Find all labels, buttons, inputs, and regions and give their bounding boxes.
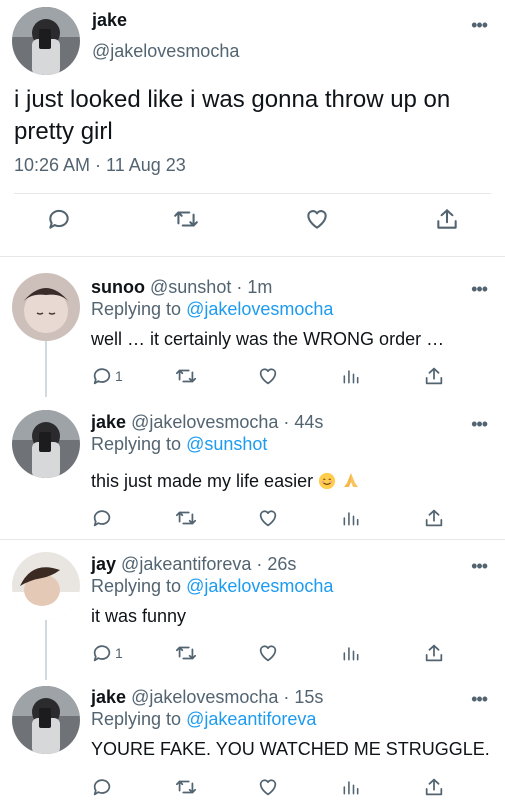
reply-text: YOURE FAKE. YOU WATCHED ME STRUGGLE. [91, 739, 490, 759]
like-icon[interactable] [257, 776, 279, 798]
handle-time[interactable]: @jakelovesmocha · 15s [131, 687, 323, 707]
replying-to: Replying to @jakelovesmocha [91, 299, 333, 320]
more-icon[interactable]: ••• [471, 16, 488, 34]
like-icon[interactable] [257, 365, 279, 387]
reply-actions [0, 776, 505, 802]
analytics-icon[interactable] [341, 365, 361, 387]
retweet-icon[interactable] [172, 206, 200, 232]
reply-tweet: sunoo @sunshot · 1m ••• Replying to @jak… [0, 257, 505, 397]
display-name[interactable]: sunoo [91, 277, 145, 297]
reply-tweet: jake @jakelovesmocha · 15s ••• Replying … [0, 680, 505, 810]
analytics-icon[interactable] [341, 642, 361, 664]
reply-actions: 1 [0, 365, 505, 391]
replying-to-link[interactable]: @jakelovesmocha [186, 576, 333, 596]
retweet-icon[interactable] [174, 642, 198, 664]
share-icon[interactable] [423, 507, 445, 529]
display-name[interactable]: jake [91, 412, 126, 432]
reply-count: 1 [115, 368, 123, 384]
reply-text-row: this just made my life easier [91, 470, 361, 495]
retweet-icon[interactable] [174, 507, 198, 529]
analytics-icon[interactable] [341, 776, 361, 798]
handle-time[interactable]: @jakelovesmocha · 44s [131, 412, 323, 432]
display-name[interactable]: jake [92, 10, 127, 31]
replying-to: Replying to @sunshot [91, 434, 267, 455]
replying-to: Replying to @jakelovesmocha [91, 576, 333, 597]
avatar[interactable] [12, 686, 80, 754]
reply-header: sunoo @sunshot · 1m [91, 277, 272, 298]
tweet-text: i just looked like i was gonna throw up … [14, 86, 451, 145]
reply-count: 1 [115, 645, 123, 661]
main-tweet: jake @jakelovesmocha ••• i just looked l… [0, 0, 505, 257]
avatar[interactable] [12, 273, 80, 341]
share-icon[interactable] [423, 642, 445, 664]
replying-label: Replying to [91, 576, 187, 596]
like-icon[interactable] [257, 642, 279, 664]
tweet-timestamp[interactable]: 10:26 AM · 11 Aug 23 [14, 155, 186, 176]
display-name[interactable]: jay [91, 554, 116, 574]
reply-tweet: jake @jakelovesmocha · 44s ••• Replying … [0, 397, 505, 540]
replying-label: Replying to [91, 434, 187, 454]
reply-header: jake @jakelovesmocha · 44s [91, 412, 323, 433]
replying-to-link[interactable]: @jakelovesmocha [186, 299, 333, 319]
reply-text: it was funny [91, 606, 187, 626]
tweet-actions [0, 206, 505, 242]
handle-time[interactable]: @sunshot · 1m [150, 277, 272, 297]
replying-to-link[interactable]: @jakeantiforeva [186, 709, 316, 729]
avatar[interactable] [12, 552, 80, 620]
replying-to: Replying to @jakeantiforeva [91, 709, 316, 730]
folded-hands-icon [341, 470, 361, 495]
reply-icon[interactable] [91, 776, 113, 798]
reply-icon[interactable]: 1 [91, 642, 123, 664]
share-icon[interactable] [423, 365, 445, 387]
more-icon[interactable]: ••• [471, 415, 488, 433]
divider [14, 193, 491, 194]
smiling-face-icon [318, 472, 336, 495]
more-icon[interactable]: ••• [471, 280, 488, 298]
reply-icon[interactable] [91, 507, 113, 529]
reply-icon[interactable]: 1 [91, 365, 123, 387]
reply-header: jay @jakeantiforeva · 26s [91, 554, 296, 575]
display-name[interactable]: jake [91, 687, 126, 707]
user-handle[interactable]: @jakelovesmocha [92, 41, 239, 62]
reply-tweet: jay @jakeantiforeva · 26s ••• Replying t… [0, 540, 505, 680]
share-icon[interactable] [434, 206, 460, 232]
replying-label: Replying to [91, 709, 187, 729]
replying-label: Replying to [91, 299, 187, 319]
like-icon[interactable] [304, 206, 330, 232]
reply-text: this just made my life easier [91, 471, 314, 491]
reply-actions [0, 507, 505, 533]
like-icon[interactable] [257, 507, 279, 529]
share-icon[interactable] [423, 776, 445, 798]
replying-to-link[interactable]: @sunshot [186, 434, 267, 454]
handle-time[interactable]: @jakeantiforeva · 26s [121, 554, 296, 574]
retweet-icon[interactable] [174, 365, 198, 387]
reply-icon[interactable] [46, 206, 72, 232]
more-icon[interactable]: ••• [471, 690, 488, 708]
reply-header: jake @jakelovesmocha · 15s [91, 687, 323, 708]
analytics-icon[interactable] [341, 507, 361, 529]
avatar[interactable] [12, 410, 80, 478]
reply-actions: 1 [0, 642, 505, 668]
reply-text: well … it certainly was the WRONG order … [91, 329, 445, 349]
avatar[interactable] [12, 7, 80, 75]
retweet-icon[interactable] [174, 776, 198, 798]
more-icon[interactable]: ••• [471, 557, 488, 575]
